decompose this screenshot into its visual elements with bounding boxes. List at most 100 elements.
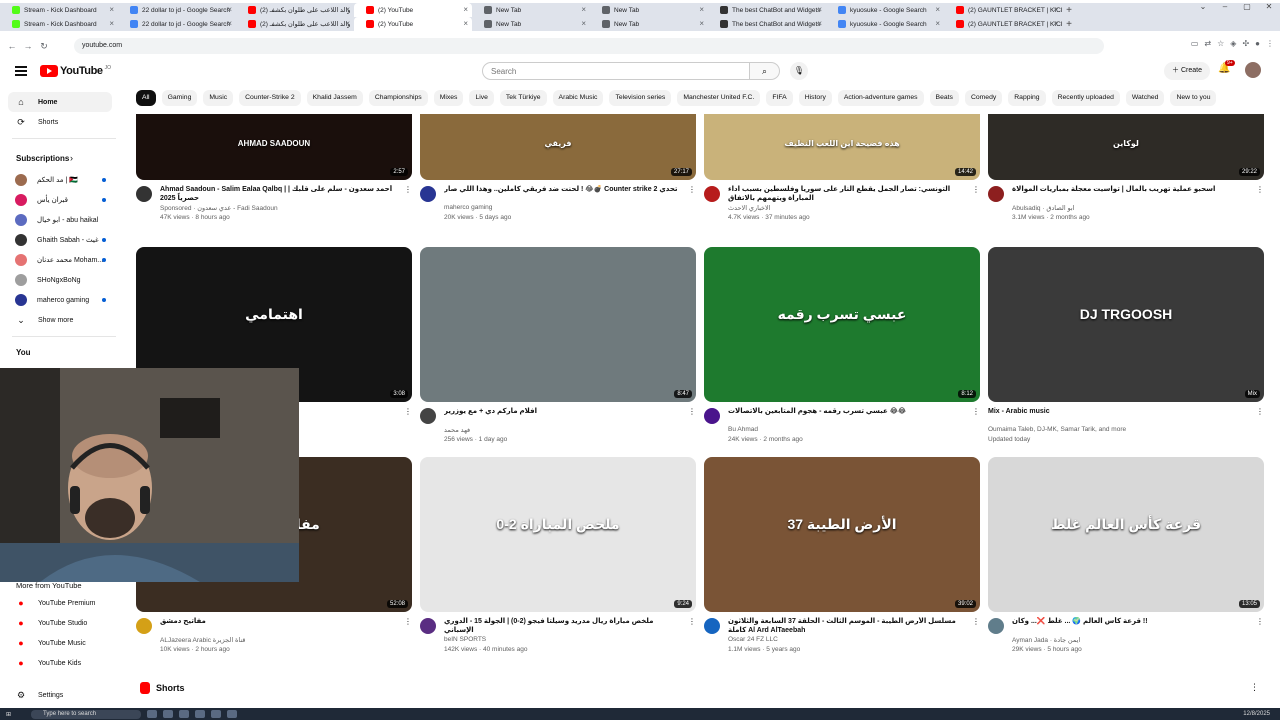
shorts-more-icon[interactable]: ⋮ [1250, 682, 1259, 693]
filter-chip[interactable]: Television series [609, 90, 672, 106]
filter-chip[interactable]: Rapping [1008, 90, 1046, 106]
close-tab-icon[interactable]: × [817, 3, 822, 17]
channel-avatar[interactable] [136, 618, 152, 634]
browser-tab[interactable]: kyuosuke - Google Search × [826, 17, 944, 31]
browser-tab[interactable]: New Tab × [590, 3, 708, 17]
channel-name[interactable]: Oumaima Taleb, DJ-MK, Samar Tarik, and m… [988, 426, 1126, 433]
subscription-item[interactable]: ﻗﺒﺮﺍﻥ ﻳﺄﺱ [8, 190, 112, 210]
video-card[interactable]: الأرض الطيبة 37 39:02 مسلسل الأرض الطيبة -… [704, 457, 980, 667]
video-thumbnail[interactable]: DJ TRGOOSH Mix [988, 247, 1264, 402]
video-title[interactable]: مسلسل الأرض الطيبة - الموسم الثالث - الح… [728, 617, 966, 635]
video-card[interactable]: عبسي تسرب رقمه 8:12 عبسي تسرب رقمه - هجوم … [704, 247, 980, 457]
filter-chip[interactable]: Watched [1125, 90, 1165, 106]
account-avatar[interactable] [1245, 62, 1261, 78]
close-tab-icon[interactable]: × [935, 17, 940, 31]
notifications-button[interactable]: 🔔 9+ [1218, 60, 1235, 74]
browser-tab[interactable]: Stream - Kick Dashboard × [0, 17, 118, 31]
forward-icon[interactable]: → [20, 41, 36, 51]
browser-tab[interactable]: (2) GAUNTLET BRACKET | KICK × [944, 3, 1062, 17]
taskbar-app[interactable] [227, 710, 238, 718]
filter-chip[interactable]: New to you [1170, 90, 1217, 106]
subscriptions-heading[interactable]: Subscriptions [16, 154, 69, 163]
close-tab-icon[interactable]: × [227, 17, 232, 31]
more-actions-icon[interactable]: ⋮ [972, 617, 980, 626]
browser-tab[interactable]: (2) YouTube × [354, 17, 472, 31]
more-actions-icon[interactable]: ⋮ [1256, 185, 1264, 194]
video-card[interactable]: قرعة كأس العالم غلط 13:05 قرعة كأس العالم … [988, 457, 1264, 667]
browser-tab[interactable]: The best ChatBot and Widgets × [708, 17, 826, 31]
voice-search-button[interactable]: 🎙 [790, 62, 808, 80]
subscription-item[interactable]: ﻣﺤﻤﺪ ﻋﺪﻧﺎﻥ Moham... [8, 250, 112, 270]
new-tab-icon[interactable]: + [1062, 5, 1076, 16]
browser-tab[interactable]: New Tab × [472, 17, 590, 31]
close-tab-icon[interactable]: × [699, 17, 704, 31]
channel-name[interactable]: Bu Ahmad [728, 426, 758, 433]
taskbar-search[interactable]: Type here to search [31, 709, 142, 719]
back-icon[interactable]: ← [4, 41, 20, 51]
more-item[interactable]: ● YouTube Music [8, 633, 112, 653]
close-tab-icon[interactable]: × [109, 17, 114, 31]
browser-tab[interactable]: والد اللاعب على طلوان بكشفـ (2) × [236, 3, 354, 17]
search-button[interactable]: ⌕ [750, 62, 780, 80]
video-title[interactable]: قرعة كأس العالم 🌍 ... غلط ❌... وكان !! [1012, 617, 1250, 626]
close-tab-icon[interactable]: × [581, 17, 586, 31]
subscription-item[interactable]: ﺍﺑﻮ ﺧﻴﺎﻝ - abu haikal [8, 210, 112, 230]
minimize-icon[interactable]: – [1214, 0, 1236, 14]
more-actions-icon[interactable]: ⋮ [404, 185, 412, 194]
video-title[interactable]: عبسي تسرب رقمه - هجوم المتابعين بالاتصال… [728, 407, 966, 416]
close-tab-icon[interactable]: × [345, 3, 350, 17]
video-thumbnail[interactable]: لوكاين 29:22 [988, 114, 1264, 180]
close-tab-icon[interactable]: × [463, 3, 468, 17]
channel-name[interactable]: Sponsored · عدي سعدون - Fadi Saadoun [160, 204, 278, 212]
more-actions-icon[interactable]: ⋮ [1256, 407, 1264, 416]
search-input[interactable] [482, 62, 750, 80]
browser-tab[interactable]: The best ChatBot and Widgets × [708, 3, 826, 17]
filter-chip[interactable]: Championships [368, 90, 428, 106]
chevron-down-icon[interactable]: ⌄ [1192, 0, 1214, 14]
video-thumbnail[interactable]: 8:47 [420, 247, 696, 402]
address-bar[interactable]: youtube.com [74, 38, 1104, 54]
channel-avatar[interactable] [420, 186, 436, 202]
more-actions-icon[interactable]: ⋮ [688, 407, 696, 416]
more-actions-icon[interactable]: ⋮ [688, 617, 696, 626]
sidebar-item-shorts[interactable]: ⟳ Shorts [8, 112, 112, 132]
filter-chip[interactable]: Tek Türkiye [499, 90, 547, 106]
video-title[interactable]: مفاتيح دمشق [160, 617, 398, 626]
browser-tab[interactable]: 22 dollar to jd - Google Search × [118, 3, 236, 17]
filter-chip[interactable]: History [798, 90, 832, 106]
close-tab-icon[interactable]: × [227, 3, 232, 17]
filter-chip[interactable]: Counter-Strike 2 [239, 90, 301, 106]
sidebar-item-home[interactable]: ⌂ Home [8, 92, 112, 112]
video-card[interactable]: ملخص المباراة 2-0 9:24 ملخص مباراة ريال مد… [420, 457, 696, 667]
video-thumbnail[interactable]: فريقي 27:17 [420, 114, 696, 180]
video-card[interactable]: لوكاين 29:22 اسحبو عملية تهريب بالمال | تو… [988, 114, 1264, 235]
filter-chip[interactable]: Khalid Jassem [306, 90, 363, 106]
more-actions-icon[interactable]: ⋮ [688, 185, 696, 194]
channel-avatar[interactable] [136, 186, 152, 202]
filter-chip[interactable]: Beats [929, 90, 959, 106]
more-item[interactable]: ● YouTube Kids [8, 653, 112, 673]
video-thumbnail[interactable]: ملخص المباراة 2-0 9:24 [420, 457, 696, 612]
close-tab-icon[interactable]: × [463, 17, 468, 31]
filter-chip[interactable]: Manchester United F.C. [677, 90, 761, 106]
close-tab-icon[interactable]: × [581, 3, 586, 17]
more-actions-icon[interactable]: ⋮ [972, 185, 980, 194]
reload-icon[interactable]: ↻ [36, 41, 52, 52]
video-thumbnail[interactable]: AHMAD SAADOUN 2:57 [136, 114, 412, 180]
more-actions-icon[interactable]: ⋮ [1256, 617, 1264, 626]
close-tab-icon[interactable]: × [935, 3, 940, 17]
video-title[interactable]: اسحبو عملية تهريب بالمال | تواسيت معجلة … [1012, 185, 1250, 194]
maximize-icon[interactable]: ▢ [1236, 0, 1258, 14]
start-icon[interactable]: ⊞ [6, 711, 11, 718]
video-card[interactable]: 8:47 افلام ماركم دي + مع يوزرير فهد محمد 25… [420, 247, 696, 457]
filter-chip[interactable]: Live [469, 90, 494, 106]
new-tab-icon[interactable]: + [1062, 19, 1076, 30]
browser-tab[interactable]: New Tab × [472, 3, 590, 17]
star-icon[interactable]: ☆ [1217, 39, 1224, 48]
channel-name[interactable]: ALJazeera Arabic قناة الجزيرة [160, 636, 245, 644]
channel-avatar[interactable] [988, 186, 1004, 202]
channel-name[interactable]: Oscar 24 FZ LLC [728, 636, 778, 643]
more-item[interactable]: ● YouTube Premium [8, 593, 112, 613]
filter-chip[interactable]: Mixes [433, 90, 464, 106]
taskbar-app[interactable] [179, 710, 190, 718]
